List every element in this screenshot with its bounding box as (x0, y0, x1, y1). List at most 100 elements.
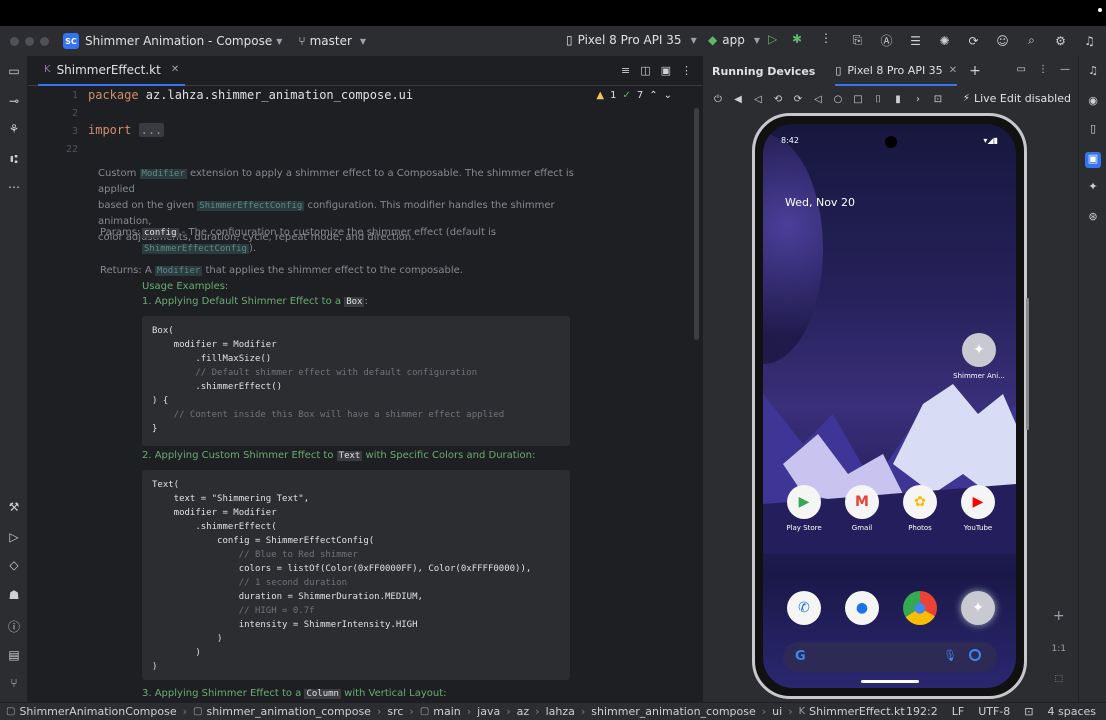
gemini-icon[interactable]: ✦ (1085, 180, 1101, 196)
notifications-icon[interactable]: ♫ (1081, 32, 1098, 49)
sync-icon[interactable]: ⟳ (965, 32, 982, 49)
problems-icon[interactable]: ⓘ (6, 618, 22, 634)
play-store-icon[interactable]: ▶ (787, 485, 821, 519)
home-icon[interactable]: ○ (833, 94, 843, 105)
run-config-selector[interactable]: ◆ app ▼ (708, 33, 760, 47)
code-view-icon[interactable]: ≡ (621, 64, 630, 77)
minimize-icon[interactable]: — (1060, 64, 1070, 75)
gmail-icon[interactable]: M (845, 485, 879, 519)
code-line-package[interactable]: package az.lahza.shimmer_animation_compo… (88, 88, 413, 102)
editor-scrollbar[interactable] (694, 108, 699, 340)
live-edit-status[interactable]: ⚡ Live Edit disabled (963, 92, 1071, 105)
layout-inspector-icon[interactable]: ⊡ (933, 94, 943, 105)
tab-shimmer-effect[interactable]: K ShimmerEffect.kt ✕ (38, 56, 186, 86)
breadcrumb-item[interactable]: ShimmerEffect.kt (809, 705, 905, 718)
gradle-icon[interactable]: ◉ (1085, 94, 1101, 110)
more-tools-icon[interactable]: ⋯ (6, 180, 22, 196)
design-view-icon[interactable]: ▣ (661, 64, 671, 77)
running-devices-icon[interactable]: ▣ (1085, 152, 1101, 168)
expand-icon[interactable]: › (913, 94, 923, 105)
diamond-icon[interactable]: ◇ (6, 558, 22, 574)
back-icon[interactable]: ◁ (813, 94, 823, 105)
folded-region[interactable]: ... (138, 123, 165, 137)
play-icon[interactable]: ▷ (6, 530, 22, 546)
breadcrumb-item[interactable]: ui (772, 705, 782, 718)
build-icon[interactable]: ⎘ (849, 32, 866, 49)
more-icon[interactable]: ⋮ (820, 31, 832, 45)
screenshot-icon[interactable]: ⌷ (873, 94, 883, 105)
close-icon[interactable]: ✕ (949, 65, 957, 76)
chevron-down-icon[interactable]: ⌄ (664, 90, 672, 101)
commit-icon[interactable]: ⊸ (6, 94, 22, 110)
window-controls[interactable] (10, 36, 49, 46)
android-icon[interactable]: ☗ (6, 588, 22, 604)
tab-device[interactable]: ▯ Pixel 8 Pro API 35 ✕ (835, 56, 958, 86)
breadcrumb-item[interactable]: shimmer_animation_compose (206, 705, 370, 718)
home-date[interactable]: Wed, Nov 20 (785, 196, 855, 209)
close-icon[interactable]: ✕ (171, 64, 179, 75)
pull-request-icon[interactable]: ⑆ (6, 152, 22, 168)
debug-icon[interactable]: ✱ (792, 32, 802, 46)
record-icon[interactable]: ▮ (893, 94, 903, 105)
zoom-in-icon[interactable]: + (1053, 608, 1065, 624)
more-icon[interactable]: ⋮ (681, 64, 692, 77)
breadcrumb-item[interactable]: main (433, 705, 460, 718)
overview-icon[interactable]: □ (853, 94, 863, 105)
indent-setting[interactable]: 4 spaces (1048, 705, 1097, 718)
messages-icon[interactable]: ● (845, 591, 879, 625)
git-icon[interactable]: ⑂ (6, 676, 22, 692)
lock-icon[interactable]: ⊡ (1024, 705, 1033, 718)
branch-selector[interactable]: ⑂ master ▼ (298, 34, 366, 48)
assistant-icon[interactable]: ✦ (961, 591, 995, 625)
search-icon[interactable]: ⌕ (1023, 32, 1040, 49)
run-icon[interactable]: ▷ (768, 32, 777, 46)
shimmer-app-icon[interactable]: ✦ (962, 333, 996, 367)
code-editor[interactable]: K ShimmerEffect.kt ✕ ≡ ◫ ▣ ⋮ ▲ 1 ✓ 7 ⌃ ⌄ 1… (28, 56, 702, 702)
hammer-icon[interactable]: ⚒ (6, 500, 22, 516)
list-icon[interactable]: ☰ (907, 32, 924, 49)
breadcrumb-item[interactable]: az (517, 705, 530, 718)
device-screen[interactable]: 8:42 ▾◢▮ Wed, Nov 20 ✦ Shimmer Ani... ▶ … (763, 124, 1016, 688)
structure-icon[interactable]: ⚘ (6, 122, 22, 138)
volume-down-icon[interactable]: ◁ (753, 94, 763, 105)
terminal-icon[interactable]: ▤ (6, 648, 22, 664)
google-search-bar[interactable]: G 🎙 (783, 642, 997, 672)
cursor-position[interactable]: 192:2 (906, 705, 938, 718)
rotate-left-icon[interactable]: ⟲ (773, 94, 783, 105)
photos-icon[interactable]: ✿ (903, 485, 937, 519)
lens-icon[interactable] (969, 649, 981, 661)
mic-icon[interactable]: 🎙 (943, 649, 957, 662)
breadcrumb-item[interactable]: java (477, 705, 500, 718)
zoom-actual-size[interactable]: 1:1 (1052, 644, 1066, 654)
add-device-icon[interactable]: + (969, 63, 981, 79)
chevron-up-icon[interactable]: ⌃ (649, 90, 657, 101)
chrome-icon[interactable]: ● (903, 591, 937, 625)
inspection-widget[interactable]: ▲ 1 ✓ 7 ⌃ ⌄ (596, 90, 672, 101)
split-view-icon[interactable]: ◫ (640, 64, 650, 77)
project-name[interactable]: Shimmer Animation - Compose (85, 34, 272, 48)
power-icon[interactable]: ⏻ (713, 94, 723, 105)
breadcrumb-item[interactable]: src (387, 705, 403, 718)
file-encoding[interactable]: UTF-8 (978, 705, 1010, 718)
notifications-icon[interactable]: ♫ (1085, 64, 1101, 80)
volume-up-icon[interactable]: ◀ (733, 94, 743, 105)
zoom-fit-icon[interactable]: ⬚ (1055, 674, 1064, 684)
translate-icon[interactable]: Ⓐ (878, 32, 895, 49)
project-badge[interactable]: SC (63, 33, 79, 49)
youtube-icon[interactable]: ▶ (961, 485, 995, 519)
phone-app-icon[interactable]: ✆ (787, 591, 821, 625)
window-layout-icon[interactable]: ▭ (1017, 64, 1026, 75)
breadcrumb-item[interactable]: shimmer_animation_compose (591, 705, 755, 718)
code-line-import[interactable]: import ... (88, 123, 165, 137)
gesture-bar[interactable] (861, 680, 919, 683)
breadcrumb-item[interactable]: ShimmerAnimationCompose (19, 705, 176, 718)
device-manager-icon[interactable]: ▯ (1085, 122, 1101, 138)
line-separator[interactable]: LF (952, 705, 964, 718)
rotate-right-icon[interactable]: ⟳ (793, 94, 803, 105)
device-selector[interactable]: ▯ Pixel 8 Pro API 35 ▼ (566, 33, 697, 47)
bug-icon[interactable]: ✺ (936, 32, 953, 49)
device-explorer-icon[interactable]: ⊛ (1085, 210, 1101, 226)
person-icon[interactable]: ☺ (994, 32, 1011, 49)
gear-icon[interactable]: ⚙ (1052, 32, 1069, 49)
breadcrumb-item[interactable]: lahza (546, 705, 575, 718)
